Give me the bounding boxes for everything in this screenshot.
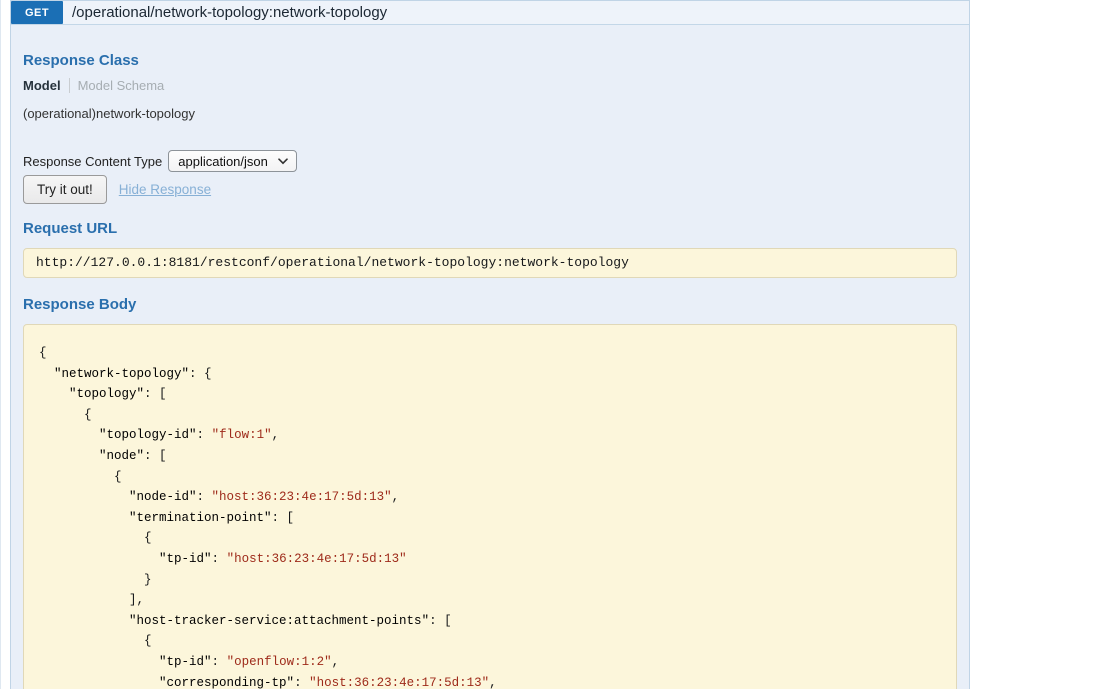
try-it-out-button[interactable]: Try it out! xyxy=(23,175,107,204)
http-method-badge[interactable]: GET xyxy=(11,1,63,24)
model-signature: (operational)network-topology xyxy=(23,106,195,121)
content-type-row: Response Content Type application/json xyxy=(23,150,957,172)
operation-content: Response Class Model Model Schema (opera… xyxy=(11,52,969,689)
content-type-label: Response Content Type xyxy=(23,153,163,169)
request-url-value: http://127.0.0.1:8181/restconf/operation… xyxy=(23,248,957,278)
actions-row: Try it out! Hide Response xyxy=(23,175,957,204)
request-url-heading: Request URL xyxy=(23,220,118,237)
hide-response-link[interactable]: Hide Response xyxy=(119,182,211,197)
content-type-selected-value: application/json xyxy=(178,153,268,169)
response-body-heading: Response Body xyxy=(23,296,137,313)
tab-model[interactable]: Model xyxy=(23,78,61,93)
chevron-down-icon xyxy=(278,157,288,165)
tab-model-schema[interactable]: Model Schema xyxy=(78,78,165,93)
page-left-border xyxy=(0,0,1,689)
response-class-heading: Response Class xyxy=(23,52,139,69)
operation-path[interactable]: /operational/network-topology:network-to… xyxy=(63,1,387,24)
swagger-operation-panel: GET /operational/network-topology:networ… xyxy=(10,0,970,689)
response-body-code: { "network-topology": { "topology": [ { … xyxy=(23,324,957,689)
operation-heading-toggle[interactable]: GET /operational/network-topology:networ… xyxy=(11,1,969,25)
model-tabs: Model Model Schema xyxy=(23,78,957,93)
content-type-select[interactable]: application/json xyxy=(168,150,297,172)
tab-divider xyxy=(68,78,70,93)
